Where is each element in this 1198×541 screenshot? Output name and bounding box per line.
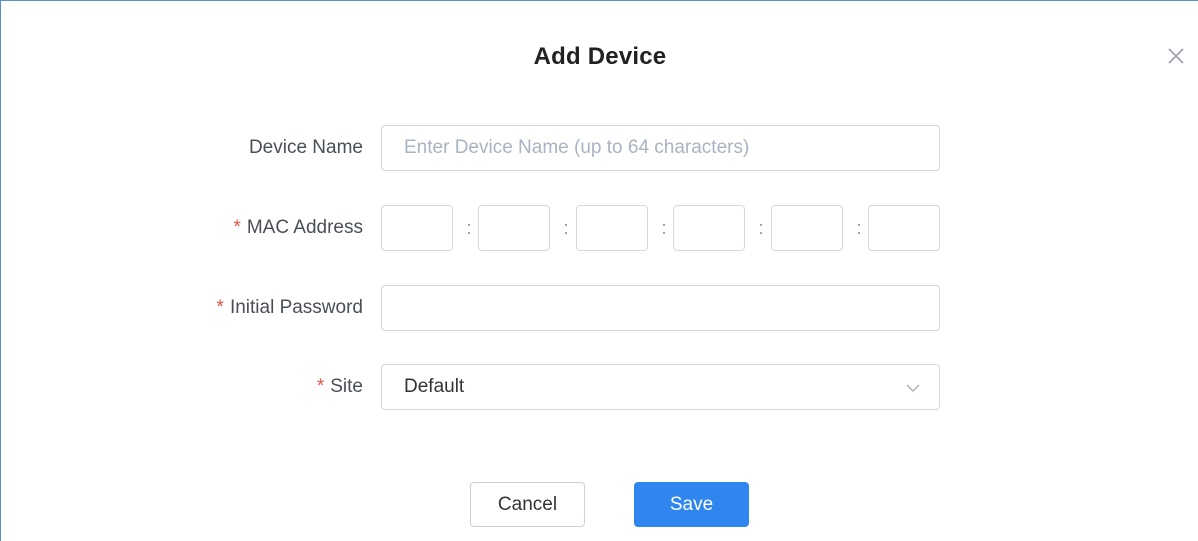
device-name-row: Device Name xyxy=(1,125,1198,171)
site-label: * Site xyxy=(316,376,363,397)
device-name-label: Device Name xyxy=(248,137,363,158)
save-button[interactable]: Save xyxy=(634,482,749,527)
mac-separator: : xyxy=(758,218,764,238)
add-device-dialog: Add Device Device Name *MAC Address : : … xyxy=(0,0,1198,541)
device-name-input[interactable] xyxy=(381,125,940,171)
mac-address-label: * MAC Address xyxy=(233,217,363,238)
initial-password-label: * Initial Password xyxy=(216,297,363,318)
mac-address-row: * MAC Address : : : : : xyxy=(1,205,1198,251)
required-mark: * xyxy=(316,376,325,397)
chevron-down-icon xyxy=(905,380,921,396)
mac-octet-3-input[interactable] xyxy=(576,205,648,251)
dialog-title: Add Device xyxy=(533,43,667,70)
cancel-button[interactable]: Cancel xyxy=(470,482,585,527)
close-icon[interactable] xyxy=(1165,45,1187,67)
initial-password-row: * Initial Password xyxy=(1,285,1198,331)
mac-octet-1-input[interactable] xyxy=(381,205,453,251)
site-select[interactable]: Default xyxy=(381,364,940,410)
site-selected-value: Default xyxy=(404,376,465,397)
initial-password-input[interactable] xyxy=(381,285,940,331)
mac-octet-2-input[interactable] xyxy=(478,205,550,251)
mac-octet-6-input[interactable] xyxy=(868,205,940,251)
required-mark: * xyxy=(216,297,224,318)
mac-octet-5-input[interactable] xyxy=(771,205,843,251)
required-mark: * xyxy=(233,217,241,238)
site-row: * Site Default xyxy=(1,364,1198,410)
mac-octet-4-input[interactable] xyxy=(673,205,745,251)
mac-separator: : xyxy=(563,218,569,238)
